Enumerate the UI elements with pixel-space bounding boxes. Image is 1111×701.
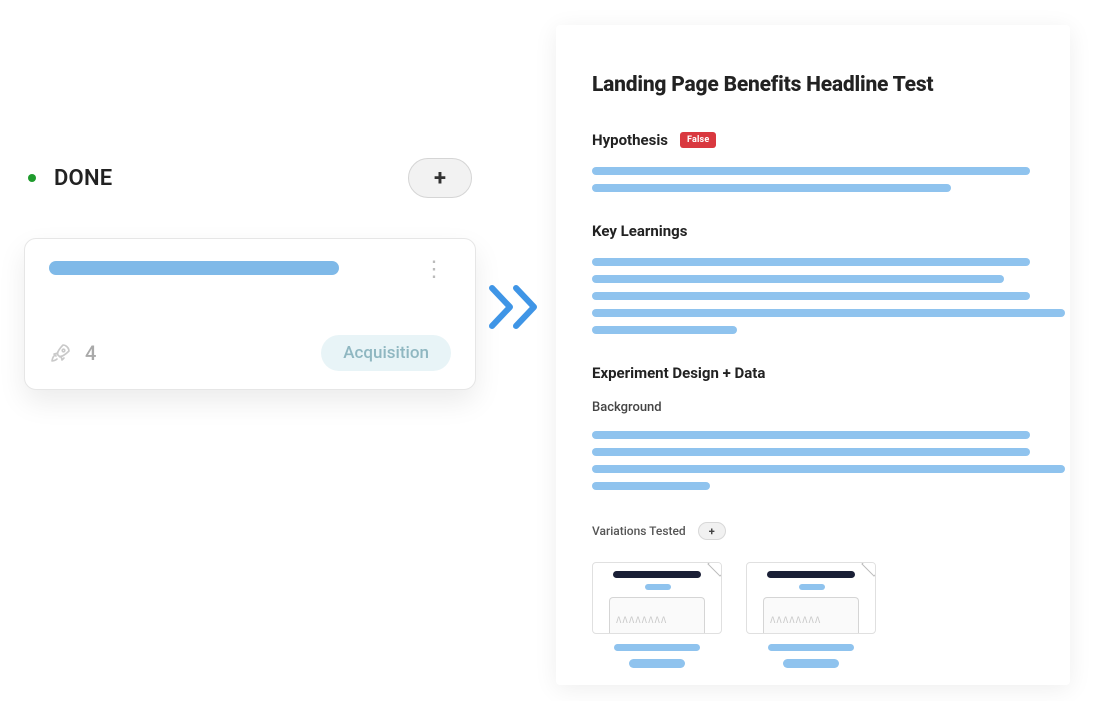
thumb-header-bar [613, 571, 701, 578]
experiment-card[interactable]: ⋮ 4 Acquisition [24, 238, 476, 390]
text-placeholder-line [592, 482, 710, 490]
thumbnail-image: ΛΛΛΛΛΛΛΛ [746, 562, 876, 634]
thumb-waves: ΛΛΛΛΛΛΛΛ [616, 616, 698, 630]
hypothesis-label: Hypothesis [592, 131, 668, 149]
hypothesis-status-badge: False [680, 132, 716, 148]
variations-label: Variations Tested [592, 524, 686, 538]
thumb-caption-line [783, 659, 839, 668]
thumb-fold-edge [705, 563, 721, 579]
thumb-fold-edge [859, 563, 875, 579]
text-placeholder-line [592, 431, 1030, 439]
thumbnail-image: ΛΛΛΛΛΛΛΛ [592, 562, 722, 634]
text-placeholder-line [592, 184, 951, 192]
thumb-caption-line [768, 644, 854, 651]
card-top-row: ⋮ [49, 261, 451, 279]
plus-icon: + [434, 166, 446, 191]
thumb-caption-line [629, 659, 685, 668]
key-learnings-header: Key Learnings [592, 222, 1030, 240]
text-placeholder-line [592, 167, 1030, 175]
card-title-placeholder [49, 261, 339, 275]
plus-icon: + [709, 525, 715, 538]
experiment-detail-panel: Landing Page Benefits Headline Test Hypo… [556, 25, 1070, 685]
hypothesis-text-placeholder [592, 167, 1030, 192]
rocket-icon [49, 341, 73, 365]
kanban-column: DONE + ⋮ [0, 0, 500, 410]
arrow-icon [486, 284, 546, 330]
thumb-window: ΛΛΛΛΛΛΛΛ [609, 597, 705, 633]
key-learnings-label: Key Learnings [592, 222, 687, 240]
status-dot-icon [28, 174, 36, 182]
variations-header: Variations Tested + [592, 522, 726, 540]
background-text-placeholder [592, 431, 1030, 490]
text-placeholder-line [592, 309, 1065, 317]
card-tag[interactable]: Acquisition [321, 335, 451, 371]
add-variation-button[interactable]: + [698, 522, 726, 540]
card-score: 4 [49, 341, 96, 365]
thumb-waves: ΛΛΛΛΛΛΛΛ [770, 616, 852, 630]
experiment-design-label: Experiment Design + Data [592, 364, 765, 382]
add-card-button[interactable]: + [408, 158, 472, 198]
text-placeholder-line [592, 258, 1030, 266]
thumb-cta-bar [799, 584, 825, 590]
text-placeholder-line [592, 292, 1030, 300]
thumb-header-bar [767, 571, 855, 578]
hypothesis-header: Hypothesis False [592, 131, 1030, 149]
text-placeholder-line [592, 275, 1004, 283]
key-learnings-text-placeholder [592, 258, 1030, 334]
more-vertical-icon: ⋮ [423, 257, 445, 282]
experiment-design-header: Experiment Design + Data [592, 364, 1030, 382]
variation-thumbnails: ΛΛΛΛΛΛΛΛ ΛΛΛΛΛΛΛΛ [592, 562, 1030, 668]
text-placeholder-line [592, 448, 1030, 456]
experiment-title: Landing Page Benefits Headline Test [592, 73, 1030, 97]
background-label: Background [592, 400, 1030, 415]
text-placeholder-line [592, 326, 737, 334]
column-header: DONE + [20, 150, 480, 238]
card-bottom-row: 4 Acquisition [49, 335, 451, 371]
column-title: DONE [54, 166, 112, 191]
thumb-window: ΛΛΛΛΛΛΛΛ [763, 597, 859, 633]
thumb-cta-bar [645, 584, 671, 590]
column-title-wrap: DONE [28, 166, 112, 191]
variation-thumbnail[interactable]: ΛΛΛΛΛΛΛΛ [746, 562, 876, 668]
thumb-caption-line [614, 644, 700, 651]
variation-thumbnail[interactable]: ΛΛΛΛΛΛΛΛ [592, 562, 722, 668]
card-score-value: 4 [85, 341, 96, 365]
card-more-button[interactable]: ⋮ [417, 261, 451, 279]
text-placeholder-line [592, 465, 1065, 473]
